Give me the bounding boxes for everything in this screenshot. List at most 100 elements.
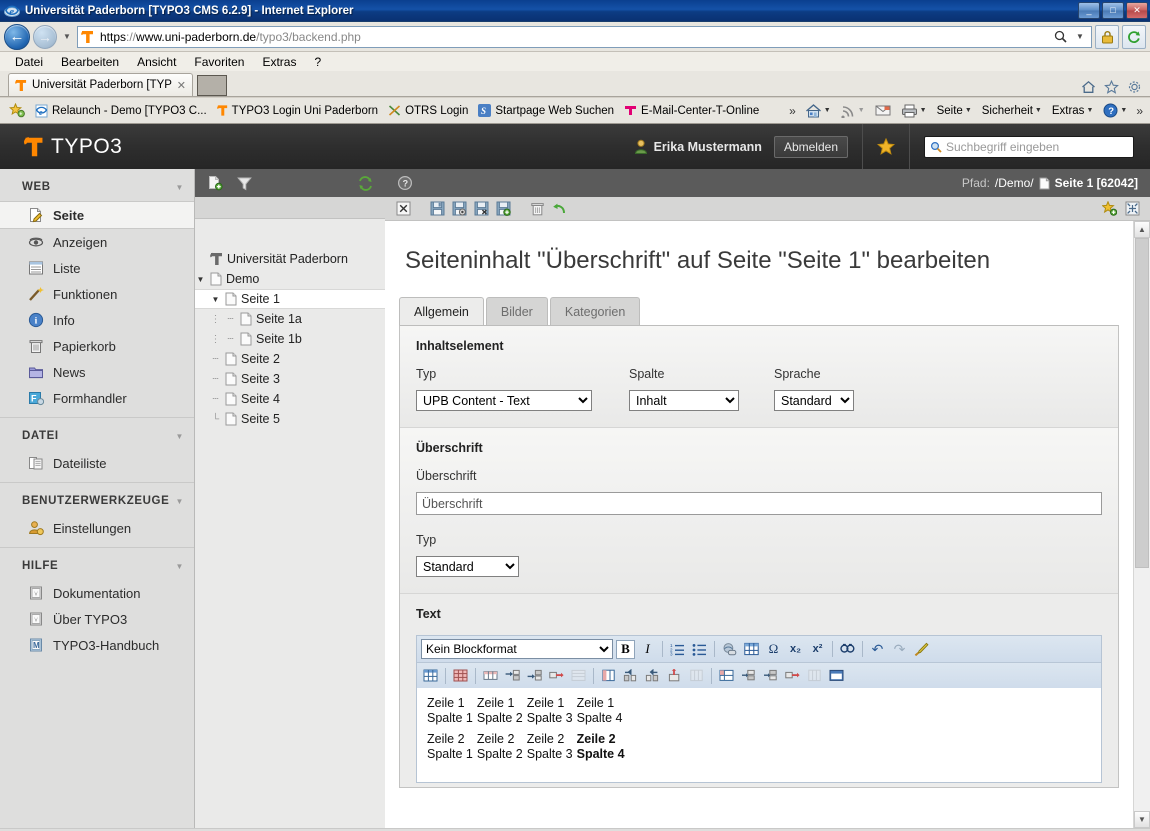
refresh-icon[interactable] xyxy=(1122,24,1146,49)
favorite-item[interactable]: S Startpage Web Suchen xyxy=(473,104,619,117)
sidebar-item-papierkorb[interactable]: Papierkorb xyxy=(0,333,194,359)
new-tab-button[interactable] xyxy=(197,75,227,96)
home-icon[interactable] xyxy=(1081,80,1096,94)
save-icon[interactable] xyxy=(429,201,445,217)
favorite-item[interactable]: TYPO3 Login Uni Paderborn xyxy=(212,104,383,117)
undo-icon[interactable]: ↶ xyxy=(868,640,887,659)
cell-insert-right-icon[interactable] xyxy=(761,666,780,685)
mail-button[interactable] xyxy=(871,104,895,117)
sidebar-item-dokumentation[interactable]: Dokumentation xyxy=(0,580,194,606)
print-button[interactable]: ▼ xyxy=(897,104,931,118)
back-button[interactable]: ← xyxy=(4,23,30,50)
recent-pages-dropdown-icon[interactable]: ▼ xyxy=(60,32,74,41)
scrollbar-thumb[interactable] xyxy=(1135,238,1149,568)
spalte-select[interactable]: Inhalt xyxy=(629,390,739,411)
tree-node-seite-1[interactable]: ▼ Seite 1 xyxy=(195,289,385,309)
module-group-web[interactable]: WEB ▼ xyxy=(0,169,194,201)
help-button[interactable]: ? ▼ xyxy=(1099,103,1131,118)
command-seite[interactable]: Seite ▼ xyxy=(933,105,976,117)
typo3-logo[interactable]: TYPO3 xyxy=(0,135,122,159)
favorites-star-icon[interactable] xyxy=(1104,80,1119,94)
tree-node-seite-1a[interactable]: ⋮ ┄ Seite 1a xyxy=(195,309,385,329)
tab-bilder[interactable]: Bilder xyxy=(485,297,548,325)
row-properties-icon[interactable] xyxy=(481,666,500,685)
cell-properties-icon[interactable] xyxy=(717,666,736,685)
address-bar[interactable]: https://www.uni-paderborn.de/typo3/backe… xyxy=(77,25,1092,48)
menu-ansicht[interactable]: Ansicht xyxy=(128,55,185,69)
fullscreen-icon[interactable] xyxy=(1124,201,1140,217)
help-icon[interactable]: ? xyxy=(397,175,413,191)
tree-node-seite-3[interactable]: ┄ Seite 3 xyxy=(195,369,385,389)
print-dropdown-caret-icon[interactable]: ▼ xyxy=(920,107,927,114)
italic-icon[interactable]: I xyxy=(638,640,657,659)
feeds-button[interactable]: ▼ xyxy=(837,103,869,118)
bookmarks-star-icon[interactable] xyxy=(877,138,895,155)
headline-input[interactable] xyxy=(416,492,1102,515)
maximize-button[interactable]: □ xyxy=(1102,2,1124,19)
sidebar-item-seite[interactable]: Seite xyxy=(0,201,194,229)
tree-node-seite-4[interactable]: ┄ Seite 4 xyxy=(195,389,385,409)
cell-insert-left-icon[interactable] xyxy=(739,666,758,685)
cell-delete-icon[interactable] xyxy=(783,666,802,685)
sidebar-item-news[interactable]: News xyxy=(0,359,194,385)
filter-icon[interactable] xyxy=(237,176,252,191)
scroll-up-button[interactable]: ▲ xyxy=(1134,221,1150,238)
column-insert-right-icon[interactable] xyxy=(643,666,662,685)
save-and-view-icon[interactable] xyxy=(451,201,467,217)
menu-bearbeiten[interactable]: Bearbeiten xyxy=(52,55,128,69)
typ-select[interactable]: UPB Content - Text xyxy=(416,390,592,411)
command-overflow-icon[interactable]: » xyxy=(1133,104,1146,118)
scrollbar-track[interactable] xyxy=(1134,238,1150,811)
browser-tab[interactable]: Universität Paderborn [TYPO... ✕ xyxy=(8,73,193,96)
sidebar-item-einstellungen[interactable]: Einstellungen xyxy=(0,515,194,541)
redo-icon[interactable]: ↷ xyxy=(890,640,909,659)
tree-node-seite-1b[interactable]: ⋮ ┄ Seite 1b xyxy=(195,329,385,349)
subscript-icon[interactable]: x₂ xyxy=(786,640,805,659)
home-dropdown-caret-icon[interactable]: ▼ xyxy=(824,107,831,114)
module-group-datei[interactable]: DATEI ▼ xyxy=(0,418,194,450)
scroll-down-button[interactable]: ▼ xyxy=(1134,811,1150,828)
sidebar-item-info[interactable]: i Info xyxy=(0,307,194,333)
add-to-favorites-icon[interactable]: + xyxy=(4,103,30,118)
sprache-select[interactable]: Standard xyxy=(774,390,854,411)
home-page-button[interactable]: ▼ xyxy=(801,103,835,119)
save-and-new-icon[interactable] xyxy=(495,201,511,217)
favorite-item[interactable]: E-Mail-Center-T-Online xyxy=(619,104,764,117)
search-in-address-icon[interactable] xyxy=(1050,27,1070,47)
logout-button[interactable]: Abmelden xyxy=(773,135,848,158)
tree-node-root[interactable]: Universität Paderborn xyxy=(195,249,385,269)
tree-node-seite-2[interactable]: ┄ Seite 2 xyxy=(195,349,385,369)
undo-icon[interactable] xyxy=(551,201,567,217)
tree-expand-caret-icon[interactable]: ▼ xyxy=(195,275,206,284)
column-insert-left-icon[interactable] xyxy=(621,666,640,685)
refresh-icon[interactable] xyxy=(358,175,373,191)
tree-node-demo[interactable]: ▼ Demo xyxy=(195,269,385,289)
block-format-select[interactable]: Kein Blockformat xyxy=(421,639,613,659)
bookmark-add-icon[interactable] xyxy=(1101,201,1117,217)
ordered-list-icon[interactable]: 123 xyxy=(668,640,687,659)
delete-icon[interactable] xyxy=(529,201,545,217)
sidebar-item-ueber-typo3[interactable]: Über TYPO3 xyxy=(0,606,194,632)
column-delete-icon[interactable] xyxy=(665,666,684,685)
forward-button[interactable]: → xyxy=(33,24,57,49)
tab-allgemein[interactable]: Allgemein xyxy=(399,297,484,325)
security-lock-icon[interactable] xyxy=(1095,24,1119,49)
sidebar-item-typo3-handbuch[interactable]: M TYPO3-Handbuch xyxy=(0,632,194,658)
superscript-icon[interactable]: x² xyxy=(808,640,827,659)
column-properties-icon[interactable] xyxy=(599,666,618,685)
close-button[interactable]: ✕ xyxy=(1126,2,1148,19)
find-replace-icon[interactable] xyxy=(838,640,857,659)
command-sicherheit[interactable]: Sicherheit ▼ xyxy=(978,105,1046,117)
content-scrollbar[interactable]: ▲ ▼ xyxy=(1133,221,1150,828)
search-input[interactable]: Suchbegriff eingeben xyxy=(924,135,1134,158)
module-group-hilfe[interactable]: HILFE ▼ xyxy=(0,548,194,580)
row-insert-below-icon[interactable] xyxy=(525,666,544,685)
tools-gear-icon[interactable] xyxy=(1127,80,1142,94)
row-insert-above-icon[interactable] xyxy=(503,666,522,685)
sidebar-item-liste[interactable]: Liste xyxy=(0,255,194,281)
headline-type-select[interactable]: Standard xyxy=(416,556,519,577)
save-and-close-icon[interactable] xyxy=(473,201,489,217)
insert-table-icon[interactable] xyxy=(742,640,761,659)
tree-node-seite-5[interactable]: └ Seite 5 xyxy=(195,409,385,429)
favorites-overflow-icon[interactable]: » xyxy=(786,104,799,118)
